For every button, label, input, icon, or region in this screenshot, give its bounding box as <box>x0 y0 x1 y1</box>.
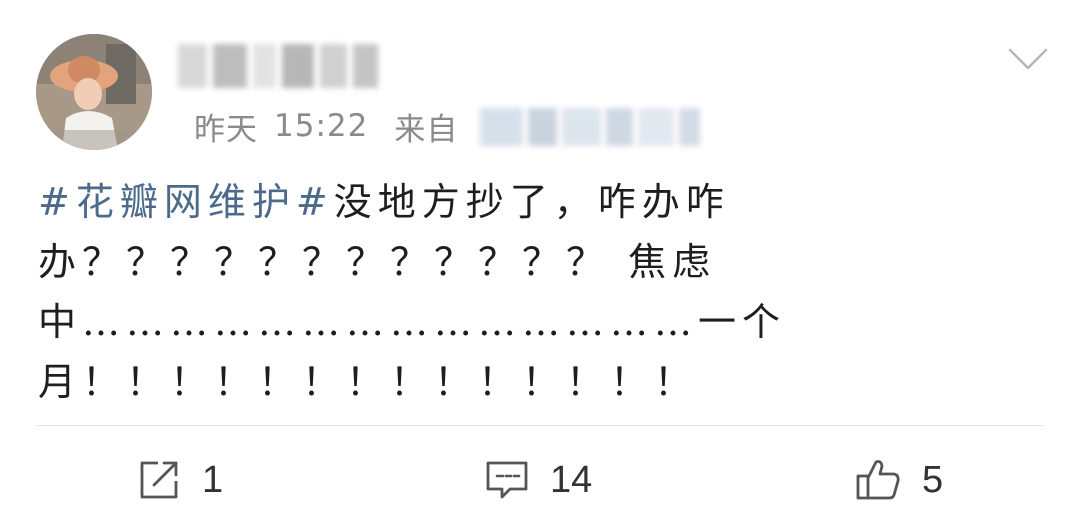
divider <box>36 425 1044 426</box>
comment-button[interactable]: 14 <box>484 448 592 512</box>
like-button[interactable]: 5 <box>854 448 943 512</box>
like-count: 5 <box>922 458 944 501</box>
comment-icon <box>484 457 530 503</box>
action-bar: 1 14 5 <box>0 448 1080 512</box>
chevron-down-icon[interactable] <box>1006 44 1050 74</box>
username-blurred <box>178 44 378 88</box>
repost-icon <box>136 457 182 503</box>
comment-count: 14 <box>550 458 593 501</box>
content-line: 月！！！！！！！！！！！！！！ <box>38 352 738 412</box>
post-meta: 昨天 15:22 来自 <box>194 104 458 148</box>
hashtag-link[interactable]: #花瓣网维护# <box>38 180 334 224</box>
post-date: 昨天 <box>194 111 258 148</box>
post-time: 15:22 <box>274 108 369 144</box>
weibo-post: 昨天 15:22 来自 #花瓣网维护#没地方抄了，咋办咋 办？？？？？？？？？？… <box>0 0 1080 530</box>
content-text: 中……………………………………一个 <box>38 300 787 344</box>
repost-button[interactable]: 1 <box>136 448 223 512</box>
content-line: 办？？？？？？？？？？？？ 焦虑 <box>38 232 738 292</box>
content-line: 中……………………………………一个 <box>38 292 780 352</box>
content-text: 月！！！！！！！！！！！！！！ <box>38 360 699 404</box>
avatar-photo-icon <box>36 34 152 150</box>
repost-count: 1 <box>202 458 224 501</box>
post-source-label: 来自 <box>394 111 459 148</box>
content-text: 办？？？？？？？？？？？？ 焦虑 <box>38 240 717 284</box>
post-source-blurred[interactable] <box>480 108 700 146</box>
content-line: #花瓣网维护#没地方抄了，咋办咋 <box>38 172 738 232</box>
thumbs-up-icon <box>854 456 902 504</box>
content-text: 没地方抄了，咋办咋 <box>333 180 730 224</box>
avatar[interactable] <box>36 34 152 150</box>
post-content: #花瓣网维护#没地方抄了，咋办咋 办？？？？？？？？？？？？ 焦虑 中……………… <box>38 172 780 412</box>
